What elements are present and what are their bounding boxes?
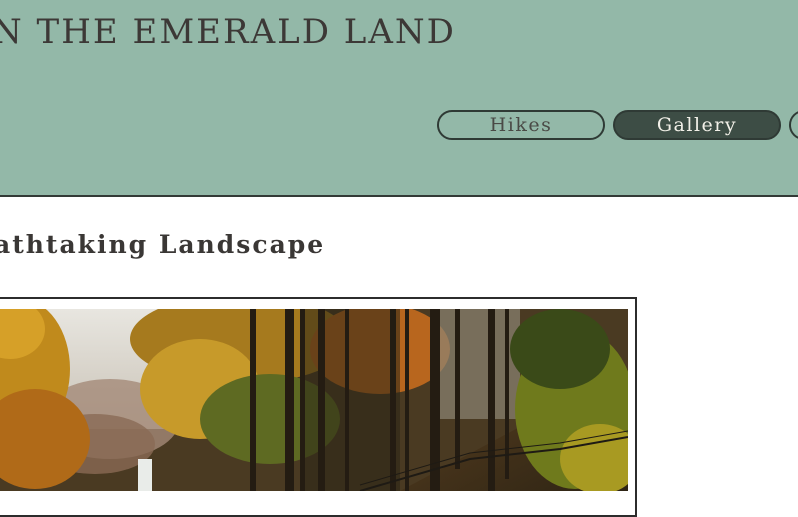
nav-item-next[interactable] bbox=[789, 110, 798, 140]
nav-item-hikes[interactable]: Hikes bbox=[437, 110, 605, 140]
nav-item-gallery[interactable]: Gallery bbox=[613, 110, 781, 140]
site-title: N THE EMERALD LAND bbox=[0, 12, 456, 52]
site-header: N THE EMERALD LAND Hikes Gallery bbox=[0, 0, 798, 197]
forest-waterfall-image bbox=[0, 309, 628, 491]
section-title: athtaking Landscape bbox=[0, 230, 326, 259]
gallery-photo[interactable] bbox=[0, 309, 628, 491]
